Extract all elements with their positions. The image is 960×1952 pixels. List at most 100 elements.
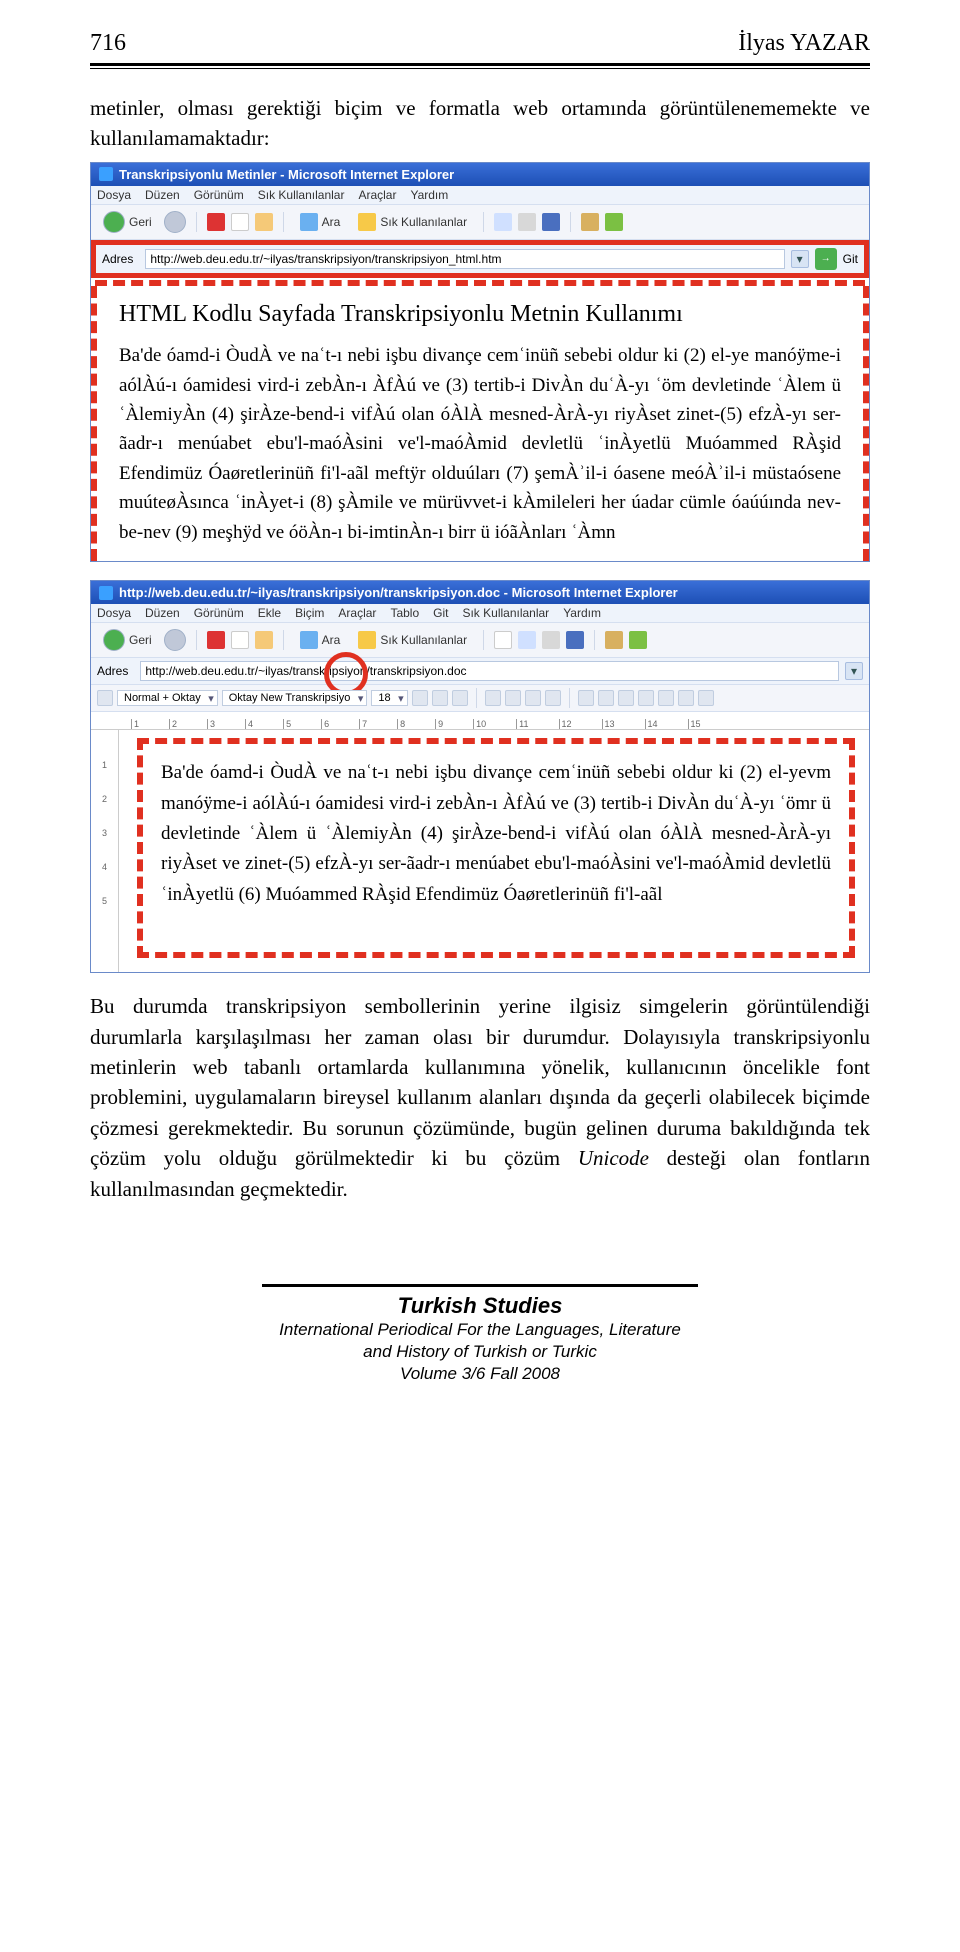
line-spacing-icon[interactable] (578, 690, 594, 706)
address-dropdown[interactable]: ▾ (791, 250, 809, 268)
highlighted-address-bar: Adres ▾ Git (91, 240, 869, 278)
ruler-vertical: 12345 (91, 730, 119, 972)
list-icon[interactable] (598, 690, 614, 706)
back-button[interactable]: Geri (97, 627, 158, 653)
back-button[interactable]: Geri (97, 209, 158, 235)
menu-item[interactable]: Biçim (295, 606, 324, 620)
menu-item[interactable]: Araçlar (338, 606, 376, 620)
go-label: Git (843, 252, 858, 266)
ruler-horizontal: 123456789101112131415 (91, 712, 869, 730)
forward-button[interactable] (164, 211, 186, 233)
align-justify-icon[interactable] (545, 690, 561, 706)
url-input[interactable] (140, 661, 839, 681)
word-page-content: Ba'de óamd-i ÒudÀ ve naʿt-ı nebi işbu di… (137, 738, 855, 958)
url-input[interactable] (145, 249, 784, 269)
menu-item[interactable]: Git (433, 606, 448, 620)
messenger-icon[interactable] (605, 213, 623, 231)
word-icon[interactable] (566, 631, 584, 649)
forward-button[interactable] (164, 629, 186, 651)
menu-item[interactable]: Görünüm (194, 606, 244, 620)
home-icon[interactable] (255, 213, 273, 231)
journal-issue: Volume 3/6 Fall 2008 (90, 1363, 870, 1385)
history-icon[interactable] (494, 631, 512, 649)
body-paragraph-2: Bu durumda transkripsiyon sembollerinin … (90, 991, 870, 1204)
page-footer: Turkish Studies International Periodical… (90, 1284, 870, 1385)
journal-title: Turkish Studies (90, 1293, 870, 1319)
divider-thin (90, 68, 870, 69)
ie-icon (99, 167, 113, 181)
journal-subtitle-2: and History of Turkish or Turkic (90, 1341, 870, 1363)
menu-item[interactable]: Yardım (563, 606, 601, 620)
page-number: 716 (90, 30, 126, 57)
search-button[interactable]: Ara (294, 211, 347, 233)
highlight-icon[interactable] (678, 690, 694, 706)
print-icon[interactable] (542, 631, 560, 649)
messenger-icon[interactable] (629, 631, 647, 649)
menu-item[interactable]: Dosya (97, 188, 131, 202)
research-icon[interactable] (581, 213, 599, 231)
mail-icon[interactable] (518, 631, 536, 649)
home-icon[interactable] (255, 631, 273, 649)
window-title: Transkripsiyonlu Metinler - Microsoft In… (119, 167, 454, 182)
intro-paragraph: metinler, olması gerektiği biçim ve form… (90, 93, 870, 154)
para2-pre: Bu durumda transkripsiyon sembollerinin … (90, 994, 870, 1170)
browser-window-html: Transkripsiyonlu Metinler - Microsoft In… (90, 162, 870, 562)
align-center-icon[interactable] (505, 690, 521, 706)
browser-window-doc: http://web.deu.edu.tr/~ilyas/transkripsi… (90, 580, 870, 973)
address-label: Adres (102, 252, 133, 266)
address-bar: Adres ▾ (91, 658, 869, 684)
menu-item[interactable]: Dosya (97, 606, 131, 620)
underline-icon[interactable] (452, 690, 468, 706)
titlebar: http://web.deu.edu.tr/~ilyas/transkripsi… (91, 581, 869, 604)
menu-item[interactable]: Düzen (145, 606, 180, 620)
print-icon[interactable] (518, 213, 536, 231)
refresh-icon[interactable] (231, 213, 249, 231)
font-color-icon[interactable] (698, 690, 714, 706)
research-icon[interactable] (605, 631, 623, 649)
titlebar: Transkripsiyonlu Metinler - Microsoft In… (91, 163, 869, 186)
address-bar: Adres ▾ Git (96, 245, 864, 273)
menu-item[interactable]: Yardım (410, 188, 448, 202)
menu-item[interactable]: Düzen (145, 188, 180, 202)
word-body: 12345 Ba'de óamd-i ÒudÀ ve naʿt-ı nebi i… (91, 730, 869, 972)
word-icon[interactable] (542, 213, 560, 231)
align-left-icon[interactable] (485, 690, 501, 706)
menu-item[interactable]: Sık Kullanılanlar (258, 188, 345, 202)
align-right-icon[interactable] (525, 690, 541, 706)
html-page-content: HTML Kodlu Sayfada Transkripsiyonlu Metn… (101, 286, 859, 561)
font-select[interactable]: Oktay New Transkripsiyo (222, 690, 368, 706)
search-button[interactable]: Ara (294, 629, 347, 651)
window-title: http://web.deu.edu.tr/~ilyas/transkripsi… (119, 585, 678, 600)
font-size-select[interactable]: 18 (371, 690, 407, 706)
italic-icon[interactable] (432, 690, 448, 706)
menubar: Dosya Düzen Görünüm Sık Kullanılanlar Ar… (91, 186, 869, 204)
stop-icon[interactable] (207, 213, 225, 231)
refresh-icon[interactable] (231, 631, 249, 649)
favorites-button[interactable]: Sık Kullanılanlar (352, 629, 473, 651)
stop-icon[interactable] (207, 631, 225, 649)
bold-icon[interactable] (412, 690, 428, 706)
style-select[interactable]: Normal + Oktay (117, 690, 218, 706)
menu-item[interactable]: Görünüm (194, 188, 244, 202)
menubar: Dosya Düzen Görünüm Ekle Biçim Araçlar T… (91, 604, 869, 622)
go-button[interactable] (815, 248, 837, 270)
content-title: HTML Kodlu Sayfada Transkripsiyonlu Metn… (119, 296, 841, 333)
mail-icon[interactable] (494, 213, 512, 231)
toolbar: Geri Ara Sık Kullanılanlar (91, 204, 869, 240)
border-icon[interactable] (658, 690, 674, 706)
menu-item[interactable]: Sık Kullanılanlar (462, 606, 549, 620)
favorites-button[interactable]: Sık Kullanılanlar (352, 211, 473, 233)
author-name: İlyas YAZAR (738, 30, 870, 57)
menu-item[interactable]: Araçlar (358, 188, 396, 202)
menu-item[interactable]: Ekle (258, 606, 281, 620)
para2-emphasis: Unicode (578, 1146, 649, 1170)
address-dropdown[interactable]: ▾ (845, 662, 863, 680)
indent-inc-icon[interactable] (638, 690, 654, 706)
indent-dec-icon[interactable] (618, 690, 634, 706)
toolbar: Geri Ara Sık Kullanılanlar (91, 622, 869, 658)
address-label: Adres (97, 664, 128, 678)
journal-subtitle: International Periodical For the Languag… (90, 1319, 870, 1341)
style-icon[interactable] (97, 690, 113, 706)
format-toolbar: Normal + Oktay Oktay New Transkripsiyo 1… (91, 684, 869, 712)
menu-item[interactable]: Tablo (390, 606, 419, 620)
